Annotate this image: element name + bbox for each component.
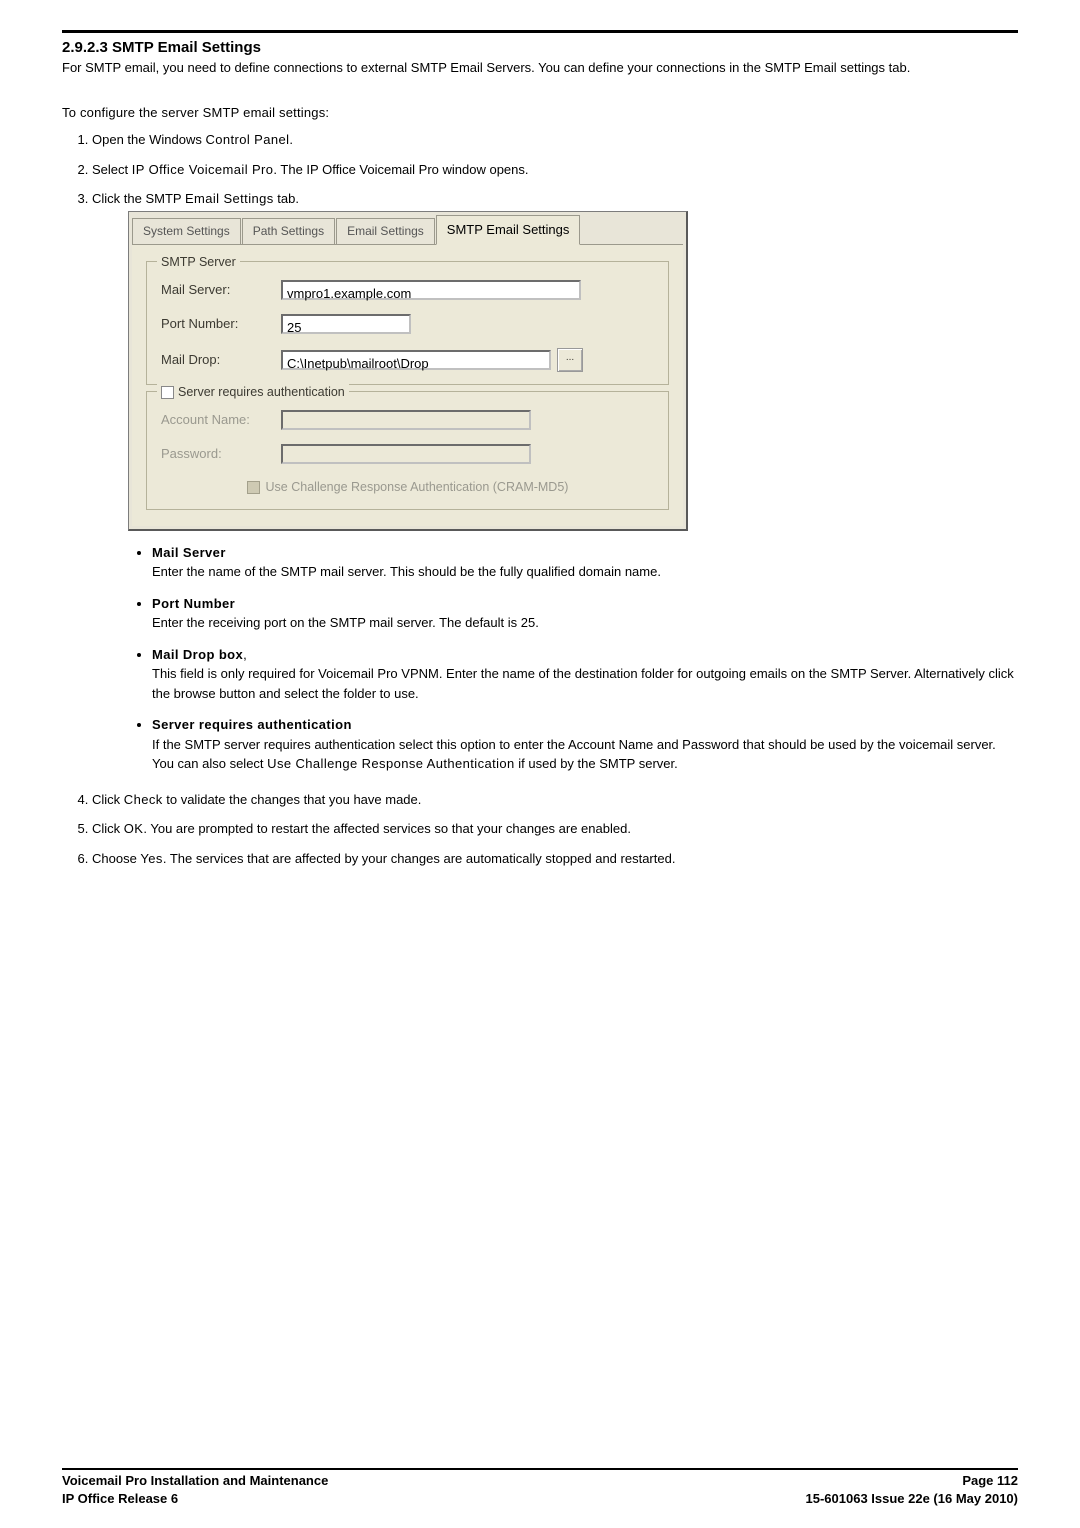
password-label: Password:: [161, 444, 281, 464]
step-6: Choose Yes. The services that are affect…: [92, 849, 1018, 869]
step-1: Open the Windows Control Panel.: [92, 130, 1018, 150]
mail-server-input[interactable]: vmpro1.example.com: [281, 280, 581, 300]
footer-rule: [62, 1468, 1018, 1470]
configure-heading: To configure the server SMTP email setti…: [62, 105, 1018, 120]
cram-checkbox[interactable]: [247, 481, 260, 494]
tab-email-settings[interactable]: Email Settings: [336, 218, 435, 244]
step-5: Click OK. You are prompted to restart th…: [92, 819, 1018, 839]
tab-strip: System Settings Path Settings Email Sett…: [129, 212, 686, 245]
tab-path-settings[interactable]: Path Settings: [242, 218, 335, 244]
auth-group: Server requires authentication Account N…: [146, 391, 669, 510]
step-2: Select IP Office Voicemail Pro. The IP O…: [92, 160, 1018, 180]
cram-label: Use Challenge Response Authentication (C…: [266, 478, 569, 497]
desc-mail-drop: Mail Drop box, This field is only requir…: [152, 645, 1018, 704]
top-rule: [62, 30, 1018, 33]
page-content: 2.9.2.3 SMTP Email Settings For SMTP ema…: [62, 30, 1018, 868]
footer-page-number: Page 112: [962, 1473, 1018, 1488]
port-number-label: Port Number:: [161, 314, 281, 334]
tab-system-settings[interactable]: System Settings: [132, 218, 241, 244]
tab-smtp-email-settings[interactable]: SMTP Email Settings: [436, 215, 581, 246]
mail-drop-browse-button[interactable]: ...: [557, 348, 583, 372]
footer-doc-title: Voicemail Pro Installation and Maintenan…: [62, 1473, 328, 1488]
tab-body: SMTP Server Mail Server: vmpro1.example.…: [132, 244, 683, 526]
smtp-server-legend: SMTP Server: [157, 253, 240, 272]
mail-drop-input[interactable]: C:\Inetpub\mailroot\Drop: [281, 350, 551, 370]
mail-server-label: Mail Server:: [161, 280, 281, 300]
footer-product: IP Office Release 6: [62, 1491, 178, 1506]
desc-port-number: Port Number Enter the receiving port on …: [152, 594, 1018, 633]
account-name-input[interactable]: [281, 410, 531, 430]
field-descriptions: Mail Server Enter the name of the SMTP m…: [152, 543, 1018, 774]
smtp-server-group: SMTP Server Mail Server: vmpro1.example.…: [146, 261, 669, 385]
step-4: Click Check to validate the changes that…: [92, 790, 1018, 810]
page-footer: Voicemail Pro Installation and Maintenan…: [62, 1468, 1018, 1506]
server-requires-auth-checkbox[interactable]: [161, 386, 174, 399]
port-number-input[interactable]: 25: [281, 314, 411, 334]
smtp-settings-dialog: System Settings Path Settings Email Sett…: [128, 211, 688, 531]
desc-mail-server: Mail Server Enter the name of the SMTP m…: [152, 543, 1018, 582]
password-input[interactable]: [281, 444, 531, 464]
intro-paragraph: For SMTP email, you need to define conne…: [62, 59, 1018, 77]
steps-list: Open the Windows Control Panel. Select I…: [92, 130, 1018, 868]
auth-legend: Server requires authentication: [157, 383, 349, 402]
footer-issue: 15-601063 Issue 22e (16 May 2010): [806, 1491, 1019, 1506]
cram-row: Use Challenge Response Authentication (C…: [161, 478, 654, 497]
step-3: Click the SMTP Email Settings tab. Syste…: [92, 189, 1018, 774]
desc-server-auth: Server requires authentication If the SM…: [152, 715, 1018, 774]
mail-drop-label: Mail Drop:: [161, 350, 281, 370]
auth-legend-label: Server requires authentication: [178, 383, 345, 402]
account-name-label: Account Name:: [161, 410, 281, 430]
section-heading: 2.9.2.3 SMTP Email Settings: [62, 39, 1018, 56]
